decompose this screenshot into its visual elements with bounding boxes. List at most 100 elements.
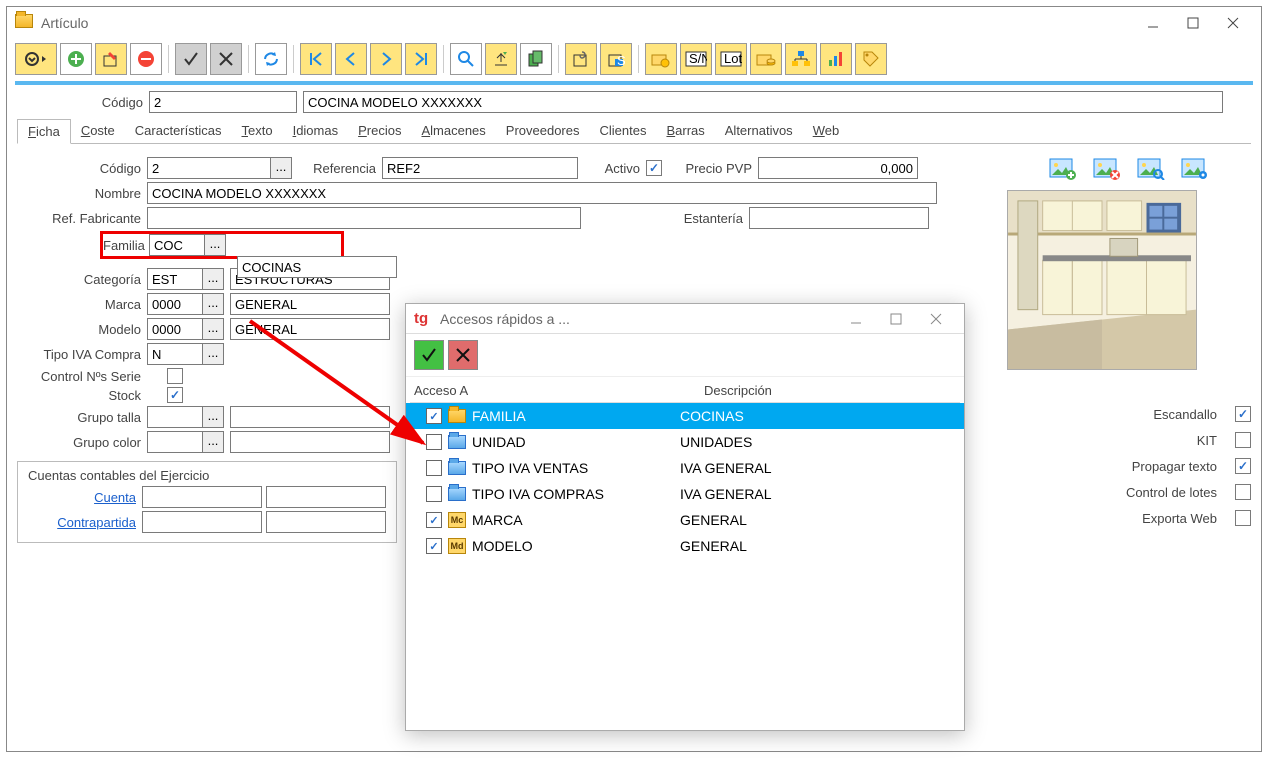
refresh-button[interactable] [255, 43, 287, 75]
grupo-color-lookup[interactable]: ... [202, 431, 224, 453]
row-checkbox[interactable]: ✓ [426, 512, 442, 528]
tab-texto[interactable]: Texto [231, 119, 282, 143]
tab-caracteristicas[interactable]: Características [125, 119, 232, 143]
row-checkbox[interactable] [426, 486, 442, 502]
ref-fab-input[interactable] [147, 207, 581, 229]
cancel-button[interactable] [210, 43, 242, 75]
image-settings-button[interactable] [1177, 154, 1213, 184]
cuenta-link[interactable]: Cuenta [24, 490, 142, 505]
lot-button[interactable]: Lot [715, 43, 747, 75]
exporta-checkbox[interactable] [1235, 510, 1251, 526]
dialog-row[interactable]: ✓FAMILIACOCINAS [406, 403, 964, 429]
tab-barras[interactable]: Barras [656, 119, 714, 143]
escandallo-checkbox[interactable] [1235, 406, 1251, 422]
chart-button[interactable] [820, 43, 852, 75]
image-delete-button[interactable] [1089, 154, 1125, 184]
sn-button[interactable]: S/N [680, 43, 712, 75]
dialog-close[interactable] [916, 305, 956, 333]
dialog-row[interactable]: TIPO IVA VENTASIVA GENERAL [406, 455, 964, 481]
close-button[interactable] [1213, 9, 1253, 37]
propagar-checkbox[interactable] [1235, 458, 1251, 474]
categoria-input[interactable] [147, 268, 203, 290]
dialog-row[interactable]: TIPO IVA COMPRASIVA GENERAL [406, 481, 964, 507]
prev-button[interactable] [335, 43, 367, 75]
row-checkbox[interactable] [426, 434, 442, 450]
dialog-row[interactable]: UNIDADUNIDADES [406, 429, 964, 455]
nombre-input[interactable] [147, 182, 937, 204]
tabs: Ficha Coste Características Texto Idioma… [17, 119, 1251, 144]
image-preview [1007, 190, 1197, 370]
cuenta-input[interactable] [142, 486, 262, 508]
dropdown-button[interactable] [15, 43, 57, 75]
first-button[interactable] [300, 43, 332, 75]
tab-ficha[interactable]: Ficha [17, 119, 71, 144]
referencia-input[interactable] [382, 157, 578, 179]
tab-almacenes[interactable]: Almacenes [411, 119, 495, 143]
tab-web[interactable]: Web [803, 119, 850, 143]
grupo-talla-lookup[interactable]: ... [202, 406, 224, 428]
familia-input[interactable] [149, 234, 205, 256]
kit-checkbox[interactable] [1235, 432, 1251, 448]
dialog-row[interactable]: ✓McMARCAGENERAL [406, 507, 964, 533]
accept-button[interactable] [175, 43, 207, 75]
familia-lookup[interactable]: ... [204, 234, 226, 256]
tipo-iva-input[interactable] [147, 343, 203, 365]
codigo-header-input[interactable] [149, 91, 297, 113]
tab-alternativos[interactable]: Alternativos [715, 119, 803, 143]
tab-proveedores[interactable]: Proveedores [496, 119, 590, 143]
stock-checkbox[interactable] [167, 387, 183, 403]
tab-coste[interactable]: Coste [71, 119, 125, 143]
copy-button[interactable] [520, 43, 552, 75]
dialog-ok-button[interactable] [414, 340, 444, 370]
maximize-button[interactable] [1173, 9, 1213, 37]
desc-header-input[interactable] [303, 91, 1223, 113]
dialog-cancel-button[interactable] [448, 340, 478, 370]
tag-button[interactable] [855, 43, 887, 75]
dialog-row[interactable]: ✓MdMODELOGENERAL [406, 533, 964, 559]
modelo-lookup[interactable]: ... [202, 318, 224, 340]
codigo-input[interactable] [147, 157, 271, 179]
codigo-lookup[interactable]: ... [270, 157, 292, 179]
marca-lookup[interactable]: ... [202, 293, 224, 315]
modelo-input[interactable] [147, 318, 203, 340]
tab-precios[interactable]: Precios [348, 119, 411, 143]
folder-coin-button[interactable] [645, 43, 677, 75]
grupo-color-input[interactable] [147, 431, 203, 453]
estanteria-input[interactable] [749, 207, 929, 229]
categoria-lookup[interactable]: ... [202, 268, 224, 290]
tab-idiomas[interactable]: Idiomas [283, 119, 349, 143]
lotes-checkbox[interactable] [1235, 484, 1251, 500]
org-button[interactable] [785, 43, 817, 75]
marca-desc [230, 293, 390, 315]
search-button[interactable] [450, 43, 482, 75]
tab-clientes[interactable]: Clientes [590, 119, 657, 143]
activo-checkbox[interactable] [646, 160, 662, 176]
edit-button[interactable] [95, 43, 127, 75]
row-checkbox[interactable]: ✓ [426, 538, 442, 554]
row-checkbox[interactable]: ✓ [426, 408, 442, 424]
row-checkbox[interactable] [426, 460, 442, 476]
ref-fab-label: Ref. Fabricante [17, 211, 147, 226]
dialog-minimize[interactable] [836, 305, 876, 333]
contrapartida-link[interactable]: Contrapartida [24, 515, 142, 530]
last-button[interactable] [405, 43, 437, 75]
folder-money-button[interactable] [750, 43, 782, 75]
tipo-iva-lookup[interactable]: ... [202, 343, 224, 365]
add-button[interactable] [60, 43, 92, 75]
minimize-button[interactable] [1133, 9, 1173, 37]
referencia-label: Referencia [302, 161, 382, 176]
next-button[interactable] [370, 43, 402, 75]
lotes-label: Control de lotes [1126, 485, 1223, 500]
image-search-button[interactable] [1133, 154, 1169, 184]
grupo-talla-input[interactable] [147, 406, 203, 428]
contrapartida-input[interactable] [142, 511, 262, 533]
dialog-maximize[interactable] [876, 305, 916, 333]
attach-button[interactable] [565, 43, 597, 75]
image-add-button[interactable] [1045, 154, 1081, 184]
doc-s-button[interactable]: S [600, 43, 632, 75]
pvp-input[interactable] [758, 157, 918, 179]
control-serie-checkbox[interactable] [167, 368, 183, 384]
export-button[interactable] [485, 43, 517, 75]
delete-button[interactable] [130, 43, 162, 75]
marca-input[interactable] [147, 293, 203, 315]
